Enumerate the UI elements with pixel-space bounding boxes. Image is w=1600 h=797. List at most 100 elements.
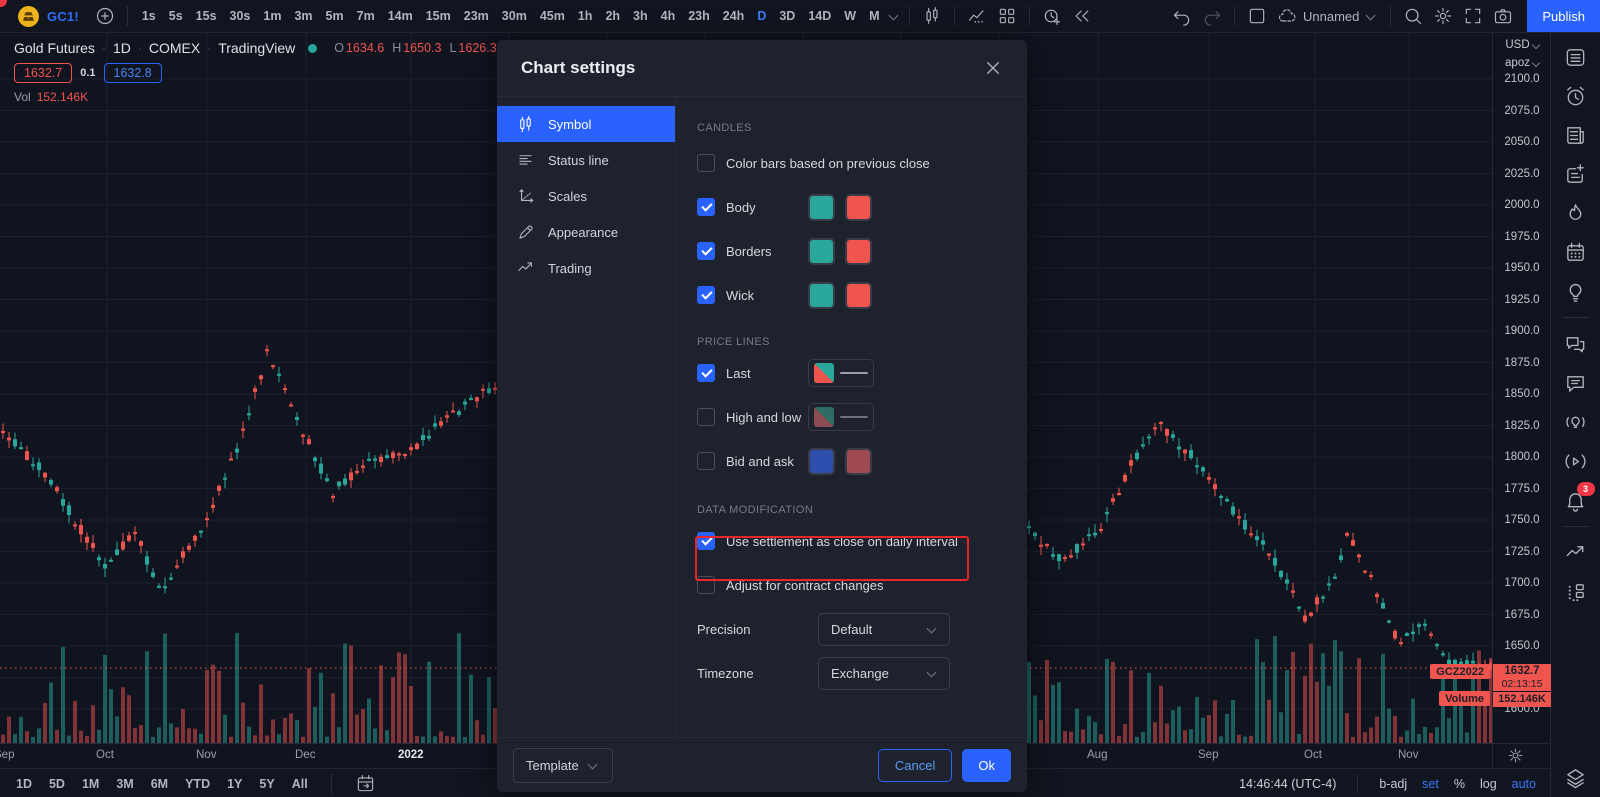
range-button[interactable]: All [292, 777, 308, 791]
time-axis-label[interactable]: Oct [96, 749, 114, 761]
adjust-data-toggle[interactable]: b-adj [1379, 777, 1407, 791]
interval-button[interactable]: D [757, 9, 766, 23]
interval-button[interactable]: 30m [502, 9, 527, 23]
interval-button[interactable]: 1h [578, 9, 593, 23]
screenshot-camera-icon[interactable] [1489, 2, 1517, 30]
interval-button[interactable]: 45m [540, 9, 565, 23]
interval-button[interactable]: 23m [464, 9, 489, 23]
redo-icon[interactable] [1198, 2, 1226, 30]
chart-style-candles-icon[interactable] [918, 2, 946, 30]
notifications-bell-icon[interactable]: 3 [1561, 485, 1591, 515]
time-axis-label[interactable]: Sep [0, 749, 14, 761]
axis-unit[interactable]: apoz [1493, 57, 1551, 69]
interval-button[interactable]: 1m [263, 9, 281, 23]
checkbox-settlement[interactable] [697, 532, 715, 550]
dom-icon[interactable] [1561, 577, 1591, 607]
hotlists-flame-icon[interactable] [1561, 198, 1591, 228]
time-axis-label[interactable]: Dec [295, 749, 315, 761]
layout-grid-icon[interactable] [993, 2, 1021, 30]
price-axis[interactable]: USD apoz 2100.02075.02050.02025.02000.01… [1492, 32, 1551, 743]
settings-gear-icon[interactable] [1429, 2, 1457, 30]
template-dropdown[interactable]: Template [513, 748, 613, 783]
interval-button[interactable]: 14D [808, 9, 831, 23]
interval-button[interactable]: 15m [426, 9, 451, 23]
news-icon[interactable] [1561, 120, 1591, 150]
time-axis-label[interactable]: Oct [1304, 749, 1322, 761]
wick-up-color-swatch[interactable] [808, 282, 835, 309]
high-low-line-style-control[interactable] [808, 403, 874, 431]
undo-icon[interactable] [1168, 2, 1196, 30]
checkbox-last[interactable] [697, 364, 715, 382]
checkbox-adjust-contract[interactable] [697, 576, 715, 594]
tab-appearance[interactable]: Appearance [497, 214, 675, 250]
interval-button[interactable]: 2h [605, 9, 620, 23]
checkbox-borders[interactable] [697, 242, 715, 260]
publish-button[interactable]: Publish [1527, 0, 1600, 32]
checkbox-body[interactable] [697, 198, 715, 216]
precision-dropdown[interactable]: Default [818, 613, 950, 646]
time-axis-label[interactable]: Nov [196, 749, 216, 761]
market-status-dot[interactable] [308, 44, 317, 53]
auto-scale-toggle[interactable]: auto [1512, 777, 1536, 791]
range-button[interactable]: 5D [49, 777, 65, 791]
ok-button[interactable]: Ok [962, 749, 1011, 782]
layout-single-icon[interactable] [1243, 2, 1271, 30]
legend-symbol-title[interactable]: Gold Futures [14, 40, 95, 56]
close-icon[interactable] [979, 54, 1007, 82]
watchlist-icon[interactable] [1561, 42, 1591, 72]
log-scale-toggle[interactable]: log [1480, 777, 1497, 791]
checkbox-color-bars[interactable] [697, 154, 715, 172]
time-axis-label[interactable]: Aug [1087, 749, 1107, 761]
interval-dropdown-chevron-icon[interactable] [888, 10, 898, 20]
tab-status-line[interactable]: Status line [497, 142, 675, 178]
ask-price[interactable]: 1632.8 [104, 63, 162, 83]
wick-down-color-swatch[interactable] [845, 282, 872, 309]
cancel-button[interactable]: Cancel [878, 749, 952, 782]
tab-scales[interactable]: Scales [497, 178, 675, 214]
timezone-dropdown[interactable]: Exchange [818, 657, 950, 690]
range-button[interactable]: YTD [185, 777, 210, 791]
last-line-style-control[interactable] [808, 359, 874, 387]
interval-button[interactable]: 1s [142, 9, 156, 23]
interval-button[interactable]: 7m [357, 9, 375, 23]
range-button[interactable]: 1D [16, 777, 32, 791]
session-clock[interactable]: 14:46:44 (UTC-4) [1239, 777, 1336, 791]
body-down-color-swatch[interactable] [845, 194, 872, 221]
symbol-name[interactable]: GC1! [47, 9, 79, 24]
legend-interval[interactable]: 1D [113, 40, 131, 56]
interval-button[interactable]: 4h [661, 9, 676, 23]
ideas-lightbulb-icon[interactable] [1561, 276, 1591, 306]
go-to-date-icon[interactable] [355, 773, 377, 795]
range-button[interactable]: 1M [82, 777, 99, 791]
layout-name-menu[interactable]: Unnamed [1277, 6, 1378, 26]
indicators-icon[interactable] [963, 2, 991, 30]
interval-button[interactable]: 3m [294, 9, 312, 23]
bid-color-swatch[interactable] [808, 448, 835, 475]
checkbox-wick[interactable] [697, 286, 715, 304]
fullscreen-icon[interactable] [1459, 2, 1487, 30]
private-chat-icon[interactable] [1561, 368, 1591, 398]
idea-streams-icon[interactable] [1561, 407, 1591, 437]
range-button[interactable]: 5Y [259, 777, 274, 791]
text-notes-icon[interactable] [1561, 159, 1591, 189]
time-axis-label[interactable]: Sep [1198, 749, 1218, 761]
range-button[interactable]: 3M [116, 777, 133, 791]
ask-color-swatch[interactable] [845, 448, 872, 475]
alerts-clock-icon[interactable] [1561, 81, 1591, 111]
bid-price[interactable]: 1632.7 [14, 63, 72, 83]
interval-button[interactable]: 24h [723, 9, 745, 23]
object-tree-icon[interactable] [1561, 763, 1591, 793]
interval-button[interactable]: 15s [196, 9, 217, 23]
interval-button[interactable]: 23h [688, 9, 710, 23]
interval-button[interactable]: 14m [388, 9, 413, 23]
checkbox-high-low[interactable] [697, 408, 715, 426]
interval-button[interactable]: 30s [230, 9, 251, 23]
alert-add-icon[interactable] [1038, 2, 1066, 30]
interval-button[interactable]: W [844, 9, 856, 23]
interval-button[interactable]: 5s [169, 9, 183, 23]
axis-settings-gear-icon[interactable] [1506, 746, 1525, 765]
checkbox-bid-ask[interactable] [697, 452, 715, 470]
interval-button[interactable]: 3D [779, 9, 795, 23]
percent-scale-toggle[interactable]: % [1454, 777, 1465, 791]
interval-button[interactable]: 5m [326, 9, 344, 23]
